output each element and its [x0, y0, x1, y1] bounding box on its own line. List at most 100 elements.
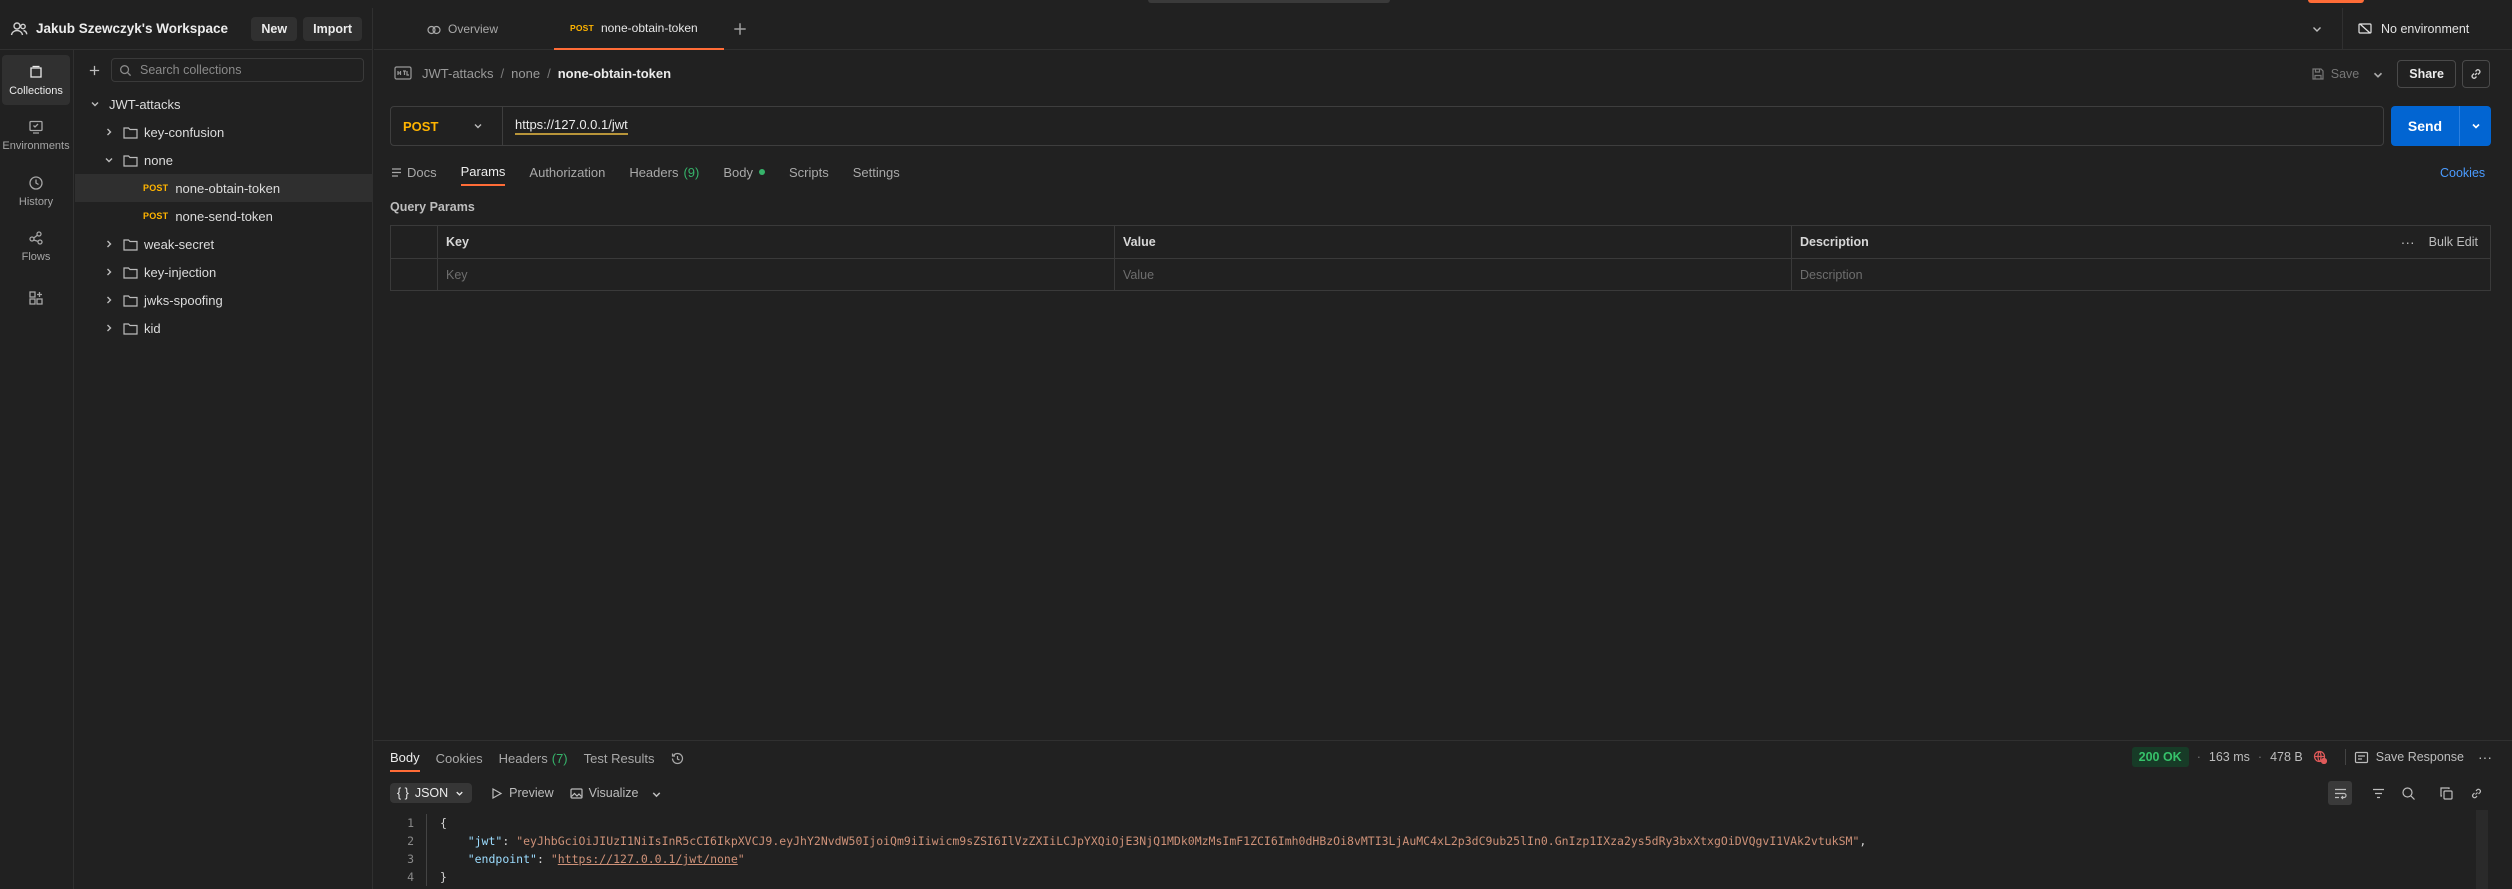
chevron-right-icon[interactable] — [103, 322, 115, 334]
tree-folder-jwks-spoofing[interactable]: jwks-spoofing — [75, 286, 373, 314]
tree-request-none-obtain-token[interactable]: POST none-obtain-token — [75, 174, 373, 202]
search-collections-input[interactable]: Search collections — [111, 58, 364, 82]
chevron-right-icon[interactable] — [103, 238, 115, 250]
share-button[interactable]: Share — [2397, 60, 2456, 88]
chevron-down-icon[interactable] — [2371, 68, 2383, 80]
tab-none-obtain-token[interactable]: POST none-obtain-token — [554, 8, 724, 50]
save-response-label: Save Response — [2375, 750, 2464, 764]
body-indicator-dot — [758, 169, 765, 175]
environment-select[interactable]: No environment — [2342, 8, 2512, 50]
add-collection-button[interactable] — [83, 59, 105, 81]
rail-flows[interactable]: Flows — [0, 221, 72, 271]
response-history-icon[interactable] — [670, 751, 685, 766]
tab-authorization-label: Authorization — [529, 164, 606, 180]
http-request-icon — [394, 66, 412, 80]
tree-folder-key-confusion[interactable]: key-confusion — [75, 118, 373, 146]
filter-icon[interactable] — [2366, 781, 2390, 805]
url-bar: POST https://127.0.0.1/jwt — [390, 106, 2384, 146]
method-select[interactable]: POST — [391, 107, 503, 145]
param-value-input[interactable]: Value — [1114, 259, 1791, 291]
response-body-editor[interactable]: 1 { 2 "jwt": "eyJhbGciOiJIUzI1NiIsInR5cC… — [390, 814, 2470, 889]
collection-root[interactable]: JWT-attacks — [75, 90, 373, 118]
tab-body[interactable]: Body — [723, 158, 765, 186]
top-strip — [0, 0, 2512, 8]
more-options-icon[interactable]: ··· — [2401, 234, 2415, 250]
tab-docs[interactable]: Docs — [390, 158, 437, 186]
rail-environments[interactable]: Environments — [0, 110, 72, 160]
tab-body-label: Body — [723, 164, 753, 180]
top-search-pill[interactable] — [1148, 0, 1390, 3]
import-button[interactable]: Import — [303, 16, 362, 41]
url-input[interactable]: https://127.0.0.1/jwt — [515, 117, 628, 135]
copy-icon[interactable] — [2434, 781, 2458, 805]
preview-button[interactable]: Preview — [490, 786, 554, 800]
rail-history[interactable]: History — [0, 166, 72, 216]
cookies-link[interactable]: Cookies — [2440, 166, 2485, 180]
collections-panel: Search collections JWT-attacks key-confu… — [75, 50, 373, 889]
response-toolbar: { } JSON Preview Visualize — [390, 782, 677, 804]
chevron-down-icon[interactable] — [650, 788, 661, 799]
tabs-dropdown-icon[interactable] — [2310, 22, 2324, 36]
breadcrumb-item[interactable]: none — [511, 66, 540, 81]
chevron-down-icon[interactable] — [89, 98, 101, 110]
chevron-right-icon[interactable] — [103, 294, 115, 306]
tab-params[interactable]: Params — [460, 158, 506, 186]
tree-folder-none[interactable]: none — [75, 146, 373, 174]
tab-overview[interactable]: Overview — [426, 8, 498, 50]
send-button[interactable]: Send — [2391, 106, 2491, 146]
query-params-title: Query Params — [390, 200, 475, 214]
tab-headers[interactable]: Headers (9) — [629, 158, 699, 186]
format-select[interactable]: { } JSON — [390, 783, 473, 803]
tab-settings[interactable]: Settings — [853, 158, 900, 186]
tree-folder-key-injection[interactable]: key-injection — [75, 258, 373, 286]
link-icon[interactable] — [2464, 781, 2488, 805]
workspace-title[interactable]: Jakub Szewczyk's Workspace — [36, 21, 245, 36]
tree-folder-kid[interactable]: kid — [75, 314, 373, 342]
tab-active-label: none-obtain-token — [600, 21, 698, 35]
overview-icon — [426, 21, 448, 37]
status-badge[interactable]: 200 OK — [2131, 747, 2189, 767]
response-scrollbar[interactable] — [2476, 810, 2488, 889]
code-line: 3 "endpoint": " https://127.0.0.1/jwt/non… — [390, 850, 2470, 868]
line-number: 3 — [407, 852, 414, 866]
plus-icon — [732, 21, 754, 37]
chevron-right-icon[interactable] — [103, 126, 115, 138]
response-tabs: Body Cookies Headers (7) Test Results — [390, 744, 685, 772]
copy-link-button[interactable] — [2462, 60, 2490, 88]
wrap-lines-icon[interactable] — [2328, 781, 2352, 805]
param-description-input[interactable]: Description — [1791, 259, 2490, 291]
response-time[interactable]: 163 ms — [2209, 750, 2250, 764]
send-options-button[interactable] — [2459, 106, 2491, 146]
json-url-link[interactable]: https://127.0.0.1/jwt/none — [558, 852, 738, 866]
response-tab-cookies[interactable]: Cookies — [436, 744, 483, 772]
tree-request-none-send-token[interactable]: POST none-send-token — [75, 202, 373, 230]
save-response-button[interactable]: Save Response — [2354, 750, 2464, 765]
save-button[interactable]: Save — [2311, 67, 2384, 81]
response-tab-headers[interactable]: Headers (7) — [499, 744, 568, 772]
folder-icon — [123, 294, 138, 307]
response-tab-body[interactable]: Body — [390, 744, 420, 772]
rail-collections[interactable]: Collections — [2, 55, 70, 105]
new-button[interactable]: New — [251, 16, 298, 41]
method-badge: POST — [570, 23, 594, 33]
response-more-icon[interactable]: ··· — [2478, 749, 2492, 765]
response-tab-test-results[interactable]: Test Results — [584, 744, 655, 772]
new-tab-button[interactable] — [727, 8, 759, 50]
visualize-button[interactable]: Visualize — [570, 786, 662, 800]
response-divider[interactable] — [374, 740, 2512, 741]
rail-apps[interactable] — [0, 282, 72, 318]
chevron-right-icon[interactable] — [103, 266, 115, 278]
network-warning-icon[interactable] — [2313, 750, 2327, 764]
tab-authorization[interactable]: Authorization — [529, 158, 605, 186]
breadcrumb-current[interactable]: none-obtain-token — [558, 66, 671, 81]
search-icon[interactable] — [2396, 781, 2420, 805]
response-size[interactable]: 478 B — [2270, 750, 2303, 764]
bulk-edit-button[interactable]: ··· Bulk Edit — [2401, 226, 2478, 258]
rail-label-collections: Collections — [9, 84, 63, 97]
response-tab-body-label: Body — [390, 749, 420, 765]
tab-scripts[interactable]: Scripts — [789, 158, 829, 186]
param-key-input[interactable]: Key — [437, 259, 1114, 291]
chevron-down-icon[interactable] — [103, 154, 115, 166]
tree-folder-weak-secret[interactable]: weak-secret — [75, 230, 373, 258]
breadcrumb-item[interactable]: JWT-attacks — [422, 66, 494, 81]
